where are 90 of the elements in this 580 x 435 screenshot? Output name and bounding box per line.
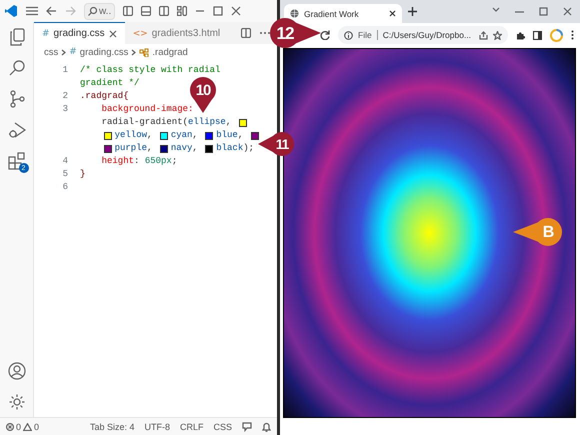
reload-icon[interactable] xyxy=(320,30,330,40)
feedback-icon[interactable] xyxy=(242,422,252,432)
more-actions-icon[interactable] xyxy=(259,31,271,35)
code-token: blue xyxy=(216,129,238,142)
code-token: black xyxy=(216,142,244,155)
color-swatch[interactable] xyxy=(104,144,112,152)
share-icon[interactable] xyxy=(479,30,488,40)
code-token: , xyxy=(147,129,154,142)
extensions-icon[interactable] xyxy=(8,152,26,170)
account-icon[interactable] xyxy=(8,362,26,380)
status-item[interactable]: CSS xyxy=(213,422,232,432)
chevron-icon xyxy=(61,48,66,56)
menu-icon[interactable] xyxy=(26,6,38,16)
code-token: , xyxy=(192,129,199,142)
error-icon xyxy=(6,422,14,430)
close-icon[interactable] xyxy=(389,10,396,17)
line-number: 4 xyxy=(62,155,69,168)
warning-count[interactable]: 0 xyxy=(34,422,40,432)
source-control-icon[interactable] xyxy=(8,90,26,108)
customize-layout-icon[interactable] xyxy=(177,6,188,16)
code-token: navy xyxy=(170,142,192,155)
line-number: 2 xyxy=(62,90,69,103)
layout-sidebar-icon[interactable] xyxy=(123,6,134,16)
globe-icon xyxy=(290,9,299,18)
star-icon[interactable] xyxy=(493,30,502,40)
browser-tab[interactable]: Gradient Work xyxy=(284,4,402,23)
maximize-icon[interactable] xyxy=(539,7,548,16)
code-token: /* class style with radial xyxy=(80,64,220,77)
code-token: height xyxy=(100,155,134,168)
line-number: 1 xyxy=(62,64,69,77)
code-token: , xyxy=(226,116,232,129)
search-field[interactable]: w.. xyxy=(84,2,116,20)
code-token: gradient */ xyxy=(80,77,140,90)
code-token: radial-gradient( xyxy=(102,116,188,129)
code-token: yellow xyxy=(114,129,147,142)
layout-panel-icon[interactable] xyxy=(141,6,152,16)
breadcrumb-item[interactable]: css xyxy=(44,46,58,58)
scheme-label: File xyxy=(358,30,372,40)
split-editor-icon[interactable] xyxy=(241,28,251,38)
line-number: 5 xyxy=(62,168,69,181)
new-tab-icon[interactable] xyxy=(408,7,417,16)
info-icon xyxy=(344,30,353,40)
url-text: C:/Users/Guy/Dropbo... xyxy=(382,30,472,40)
breadcrumb-item[interactable]: grading.css xyxy=(80,46,128,58)
side-panel-icon[interactable] xyxy=(533,30,542,40)
maximize-icon[interactable] xyxy=(213,6,224,16)
back-arrow-icon[interactable] xyxy=(46,6,57,16)
layout-split-icon[interactable] xyxy=(159,6,170,16)
code-token: , xyxy=(238,129,244,142)
color-swatch[interactable] xyxy=(205,132,214,140)
color-swatch[interactable] xyxy=(160,132,168,140)
line-number: 6 xyxy=(62,181,69,194)
bell-icon[interactable] xyxy=(262,422,271,432)
code-token: 650px xyxy=(144,155,172,168)
more-menu-icon[interactable] xyxy=(571,30,574,40)
close-icon[interactable] xyxy=(231,6,242,16)
color-swatch[interactable] xyxy=(238,118,247,126)
code-token: } xyxy=(80,168,86,181)
close-icon[interactable] xyxy=(108,30,117,38)
editor-tab[interactable]: # grading.css xyxy=(34,22,125,44)
line-number: 3 xyxy=(62,103,69,116)
code-token: , xyxy=(192,142,199,155)
files-icon[interactable] xyxy=(8,28,26,46)
address-bar[interactable]: File C:/Users/Guy/Dropbo... xyxy=(338,26,508,44)
symbol-class-icon xyxy=(139,48,150,56)
extensions-puzzle-icon[interactable] xyxy=(516,30,525,40)
status-item[interactable]: CRLF xyxy=(180,422,204,432)
code-token: ellipse xyxy=(188,116,226,129)
code-token: ); xyxy=(243,142,254,155)
chevron-icon xyxy=(131,48,136,56)
tab-search-icon[interactable] xyxy=(492,7,500,13)
color-swatch[interactable] xyxy=(104,132,112,140)
color-swatch[interactable] xyxy=(250,132,259,140)
color-swatch[interactable] xyxy=(160,144,168,152)
color-swatch[interactable] xyxy=(205,144,214,152)
error-count[interactable]: 0 xyxy=(16,422,22,432)
search-icon[interactable] xyxy=(8,59,26,77)
code-token: ; xyxy=(172,155,178,168)
search-icon xyxy=(88,6,97,16)
status-item[interactable]: Tab Size: 4 xyxy=(90,422,134,432)
profile-icon[interactable] xyxy=(550,28,563,42)
code-token: .radgrad{ xyxy=(80,90,129,103)
breadcrumb-item[interactable]: .radgrad xyxy=(152,46,188,58)
warning-icon xyxy=(23,422,32,430)
status-item[interactable]: UTF-8 xyxy=(144,422,170,432)
code-token: purple xyxy=(114,142,147,155)
code-token: , xyxy=(147,142,154,155)
css-file-icon: # xyxy=(69,47,77,57)
code-token: : xyxy=(134,155,140,168)
code-token: cyan xyxy=(170,129,192,142)
